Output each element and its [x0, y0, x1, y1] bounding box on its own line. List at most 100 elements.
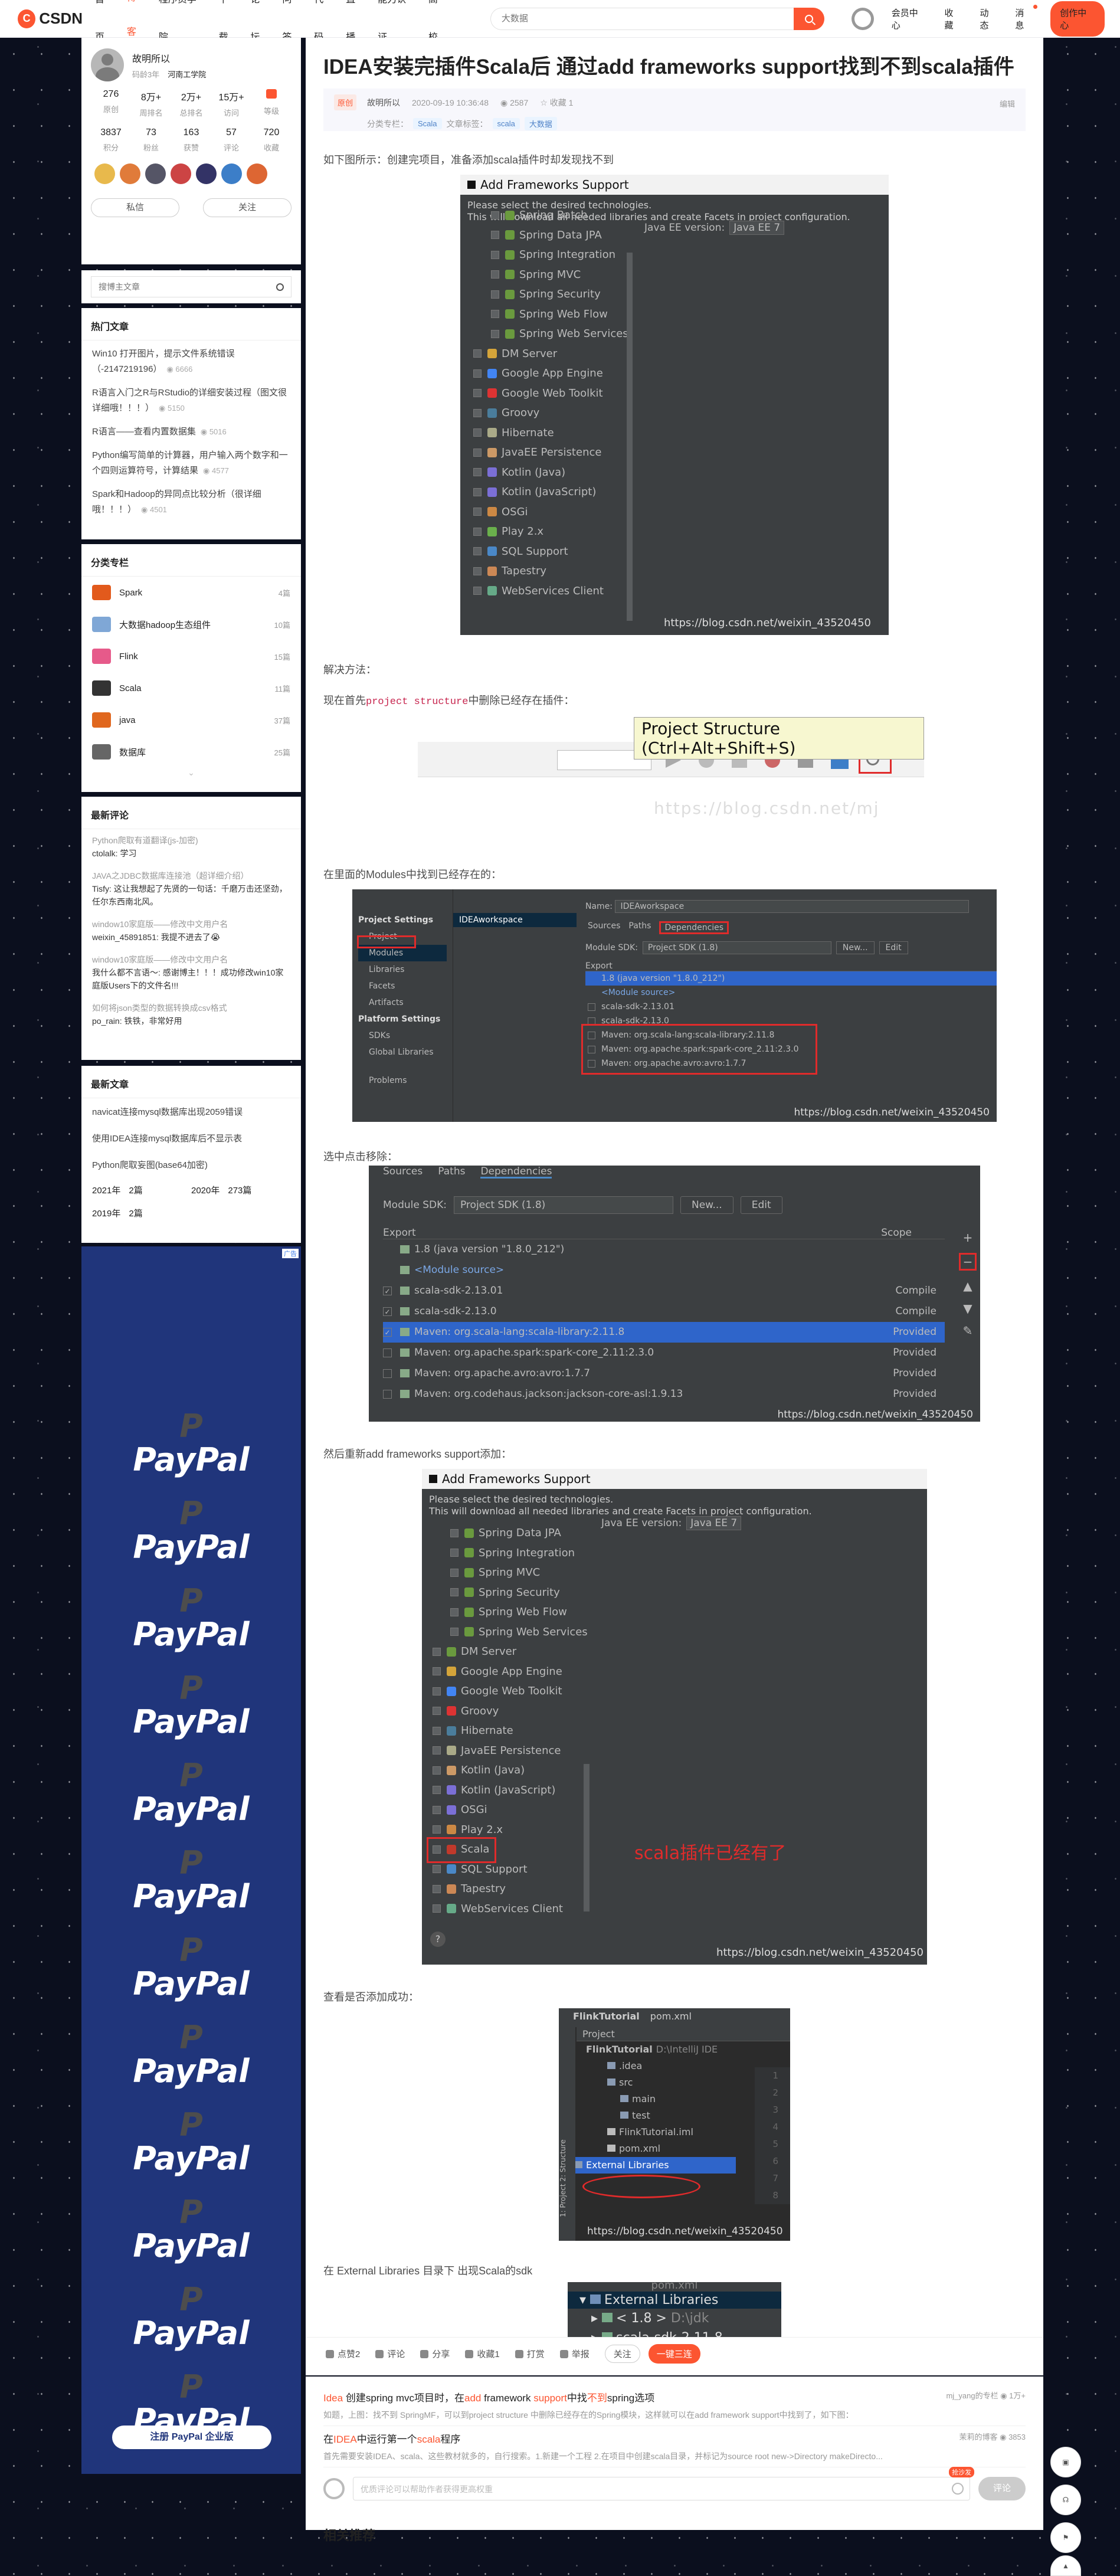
scrollbar[interactable]: [584, 1764, 590, 1911]
checkbox[interactable]: [473, 389, 482, 398]
framework-item[interactable]: Tapestry: [473, 561, 628, 581]
post-comment-button[interactable]: 评论: [978, 2477, 1026, 2500]
checkbox[interactable]: [433, 1865, 441, 1874]
dependency-row[interactable]: Maven: org.codehaus.jackson:jackson-core…: [383, 1384, 945, 1405]
checkbox[interactable]: [473, 527, 482, 536]
checkbox[interactable]: [588, 1003, 595, 1011]
scope-select[interactable]: Provided: [893, 1322, 936, 1343]
checkbox[interactable]: [383, 1389, 392, 1399]
checkbox[interactable]: [491, 329, 499, 338]
framework-item[interactable]: Kotlin (Java): [473, 463, 628, 483]
framework-item[interactable]: Spring Data JPA: [433, 1523, 588, 1543]
framework-item[interactable]: Spring Integration: [433, 1543, 588, 1563]
checkbox[interactable]: [473, 408, 482, 417]
dependency-row[interactable]: <Module source>: [383, 1260, 945, 1281]
category-item[interactable]: 数据库 25篇: [81, 736, 301, 768]
favorite-button[interactable]: 收藏1: [465, 2348, 500, 2360]
checkbox[interactable]: [473, 547, 482, 556]
checkbox[interactable]: [383, 1348, 392, 1357]
checkbox[interactable]: [450, 1608, 459, 1616]
remove-icon[interactable]: −: [959, 1253, 977, 1271]
framework-item[interactable]: SQL Support: [473, 542, 628, 562]
recommend-item[interactable]: 茉莉的博客 ◉ 3853 在IDEA中运行第一个scala程序 首先需要安装ID…: [323, 2426, 1026, 2467]
framework-item[interactable]: Spring Data JPA: [473, 225, 628, 246]
checkbox[interactable]: [450, 1549, 459, 1557]
report-icon[interactable]: ⚑: [1050, 2522, 1081, 2553]
dependency-row[interactable]: ✓ scala-sdk-2.13.0 Compile: [383, 1301, 945, 1322]
emoji-icon[interactable]: [952, 2483, 964, 2495]
like-button[interactable]: 点赞2: [326, 2348, 360, 2360]
paypal-signup-button[interactable]: 注册 PayPal 企业版: [112, 2426, 271, 2449]
framework-item[interactable]: Spring MVC: [433, 1563, 588, 1583]
search-icon[interactable]: [276, 283, 284, 291]
framework-item[interactable]: Google Web Toolkit: [473, 384, 628, 404]
tree-node[interactable]: External Libraries: [559, 2157, 736, 2174]
checkbox[interactable]: [473, 369, 482, 378]
create-center-button[interactable]: 创作中心: [1050, 1, 1105, 37]
settings-nav-item[interactable]: SDKs: [358, 1027, 447, 1044]
framework-item[interactable]: Spring Batch: [473, 205, 628, 225]
article-author[interactable]: 故明所以: [367, 97, 400, 109]
swirl-icon[interactable]: [851, 7, 874, 30]
article-tag[interactable]: scala: [492, 118, 520, 129]
checkbox[interactable]: [473, 567, 482, 575]
framework-item[interactable]: Tapestry: [433, 1879, 588, 1899]
framework-item[interactable]: Hibernate: [473, 423, 628, 443]
checkbox[interactable]: ✓: [383, 1286, 392, 1295]
framework-item[interactable]: Kotlin (Java): [433, 1760, 588, 1780]
chevron-down-icon[interactable]: ⌄: [81, 768, 301, 778]
checkbox[interactable]: [473, 428, 482, 437]
triple-action-button[interactable]: 一键三连: [648, 2344, 700, 2364]
framework-item[interactable]: JavaEE Persistence: [433, 1741, 588, 1761]
checkbox[interactable]: ✓: [383, 1307, 392, 1316]
tab-sources[interactable]: Sources: [588, 921, 620, 934]
framework-item[interactable]: Kotlin (JavaScript): [433, 1780, 588, 1801]
dependency-row[interactable]: ✓ Maven: org.scala-lang:scala-library:2.1…: [383, 1322, 945, 1343]
checkbox[interactable]: [433, 1746, 441, 1755]
framework-item[interactable]: Spring Web Services: [433, 1622, 588, 1642]
checkbox[interactable]: [473, 508, 482, 516]
dependency-row[interactable]: scala-sdk-2.13.01: [585, 1000, 997, 1014]
scrollbar[interactable]: [627, 253, 633, 621]
scope-select[interactable]: Provided: [893, 1343, 936, 1363]
checkbox[interactable]: [433, 1884, 441, 1893]
tab-paths[interactable]: Paths: [628, 921, 651, 934]
reward-button[interactable]: 打赏: [515, 2348, 545, 2360]
checkbox[interactable]: [491, 231, 499, 240]
customer-service-icon[interactable]: ☊: [1050, 2485, 1081, 2515]
archive-item[interactable]: 2020年 273篇: [191, 1184, 290, 1196]
framework-item[interactable]: Google Web Toolkit: [433, 1681, 588, 1701]
checkbox[interactable]: [433, 1805, 441, 1814]
scope-select[interactable]: Provided: [893, 1384, 936, 1405]
checkbox[interactable]: [433, 1786, 441, 1795]
checkbox[interactable]: [473, 487, 482, 496]
vip-center-link[interactable]: 会员中心: [892, 6, 927, 31]
dependency-row[interactable]: 1.8 (java version "1.8.0_212"): [383, 1239, 945, 1260]
activity-link[interactable]: 动态: [980, 6, 997, 31]
module-name-input[interactable]: IDEAworkspace: [615, 900, 970, 913]
checkbox[interactable]: [491, 310, 499, 319]
project-header[interactable]: Project: [577, 2027, 790, 2041]
category-item[interactable]: java 37篇: [81, 704, 301, 736]
share-button[interactable]: 分享: [420, 2348, 450, 2360]
settings-nav-item[interactable]: Project Settings: [358, 912, 447, 928]
report-button[interactable]: 举报: [559, 2348, 590, 2360]
comment-input[interactable]: 优质评论可以帮助作者获得更高权重 抢沙发: [353, 2467, 974, 2500]
favorite-count[interactable]: ☆ 收藏 1: [540, 97, 573, 109]
checkbox[interactable]: [491, 270, 499, 279]
recent-article-item[interactable]: navicat连接mysql数据库出现2059错误: [81, 1098, 301, 1125]
javaee-select[interactable]: Java EE 7: [729, 221, 785, 235]
archive-item[interactable]: 2021年 2篇: [92, 1184, 191, 1196]
jdk-node[interactable]: ▸ < 1.8 > D:\jdk: [568, 2309, 781, 2328]
module-sdk-select[interactable]: Project SDK (1.8): [642, 941, 831, 954]
external-libraries-node[interactable]: ▾ External Libraries: [568, 2292, 781, 2309]
checkbox[interactable]: [433, 1825, 441, 1834]
checkbox[interactable]: [433, 1904, 441, 1913]
back-to-top-icon[interactable]: ▲: [1050, 2555, 1081, 2576]
dependency-row[interactable]: Maven: org.apache.avro:avro:1.7.7 Provide…: [383, 1363, 945, 1384]
checkbox[interactable]: [450, 1528, 459, 1537]
search-button[interactable]: [793, 7, 824, 30]
scope-select[interactable]: Compile: [895, 1281, 936, 1301]
framework-item[interactable]: DM Server: [433, 1642, 588, 1662]
checkbox[interactable]: [450, 1628, 459, 1636]
